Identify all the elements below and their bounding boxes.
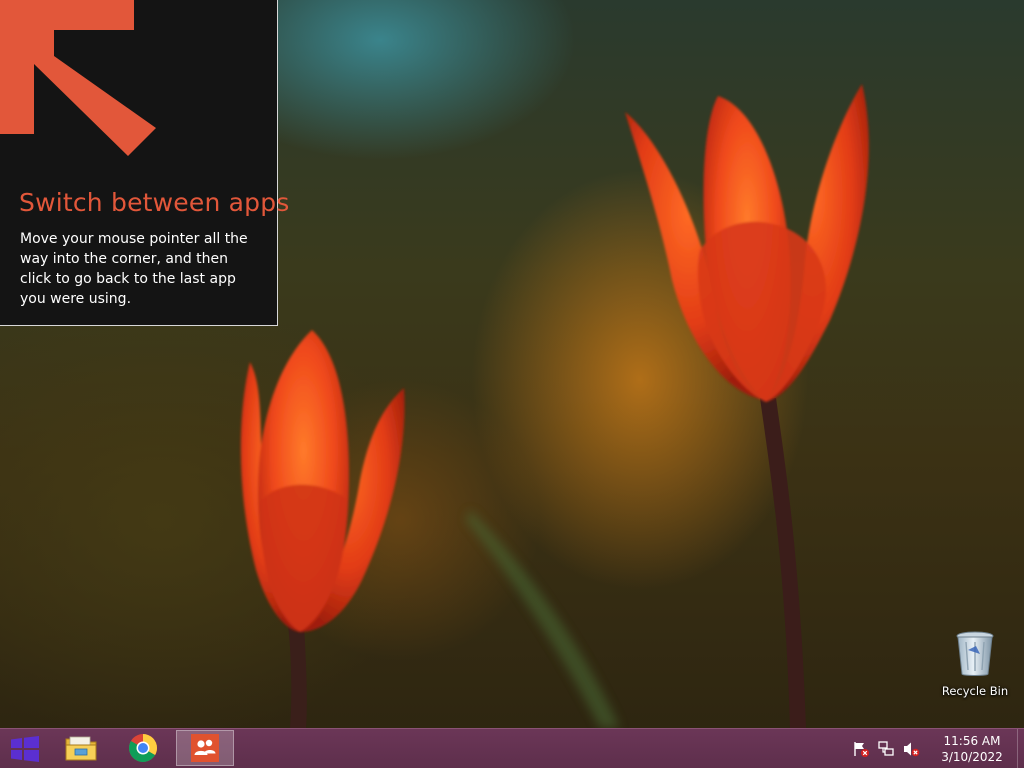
taskbar-clock[interactable]: 11:56 AM 3/10/2022 <box>933 733 1011 765</box>
tip-title: Switch between apps <box>19 188 290 217</box>
recycle-bin-desktop-icon[interactable]: Recycle Bin <box>936 630 1014 700</box>
show-desktop-button[interactable] <box>1017 729 1024 768</box>
system-tray: 11:56 AM 3/10/2022 <box>850 729 1024 768</box>
people-icon <box>191 734 219 762</box>
clock-date: 3/10/2022 <box>941 749 1003 764</box>
windows-logo-icon <box>11 735 39 762</box>
network-icon[interactable] <box>875 739 897 759</box>
folder-icon <box>65 736 97 761</box>
tip-body: Move your mouse pointer all the way into… <box>20 231 248 307</box>
recycle-bin-label: Recycle Bin <box>941 684 1009 698</box>
desktop[interactable]: Switch between apps Move your mouse poin… <box>0 0 1024 768</box>
volume-muted-icon[interactable] <box>900 739 922 759</box>
clock-time: 11:56 AM <box>943 733 1001 748</box>
start-button[interactable] <box>0 729 50 768</box>
action-center-flag-icon[interactable] <box>850 739 872 759</box>
switch-apps-tip: Switch between apps Move your mouse poin… <box>0 0 289 326</box>
recycle-bin-icon <box>956 631 994 676</box>
taskbar-file-explorer-button[interactable] <box>52 730 110 766</box>
arrow-up-left-icon <box>0 0 156 156</box>
chrome-icon <box>129 734 157 762</box>
taskbar-people-button[interactable] <box>176 730 234 766</box>
taskbar-chrome-button[interactable] <box>114 730 172 766</box>
taskbar: 11:56 AM 3/10/2022 <box>0 728 1024 768</box>
